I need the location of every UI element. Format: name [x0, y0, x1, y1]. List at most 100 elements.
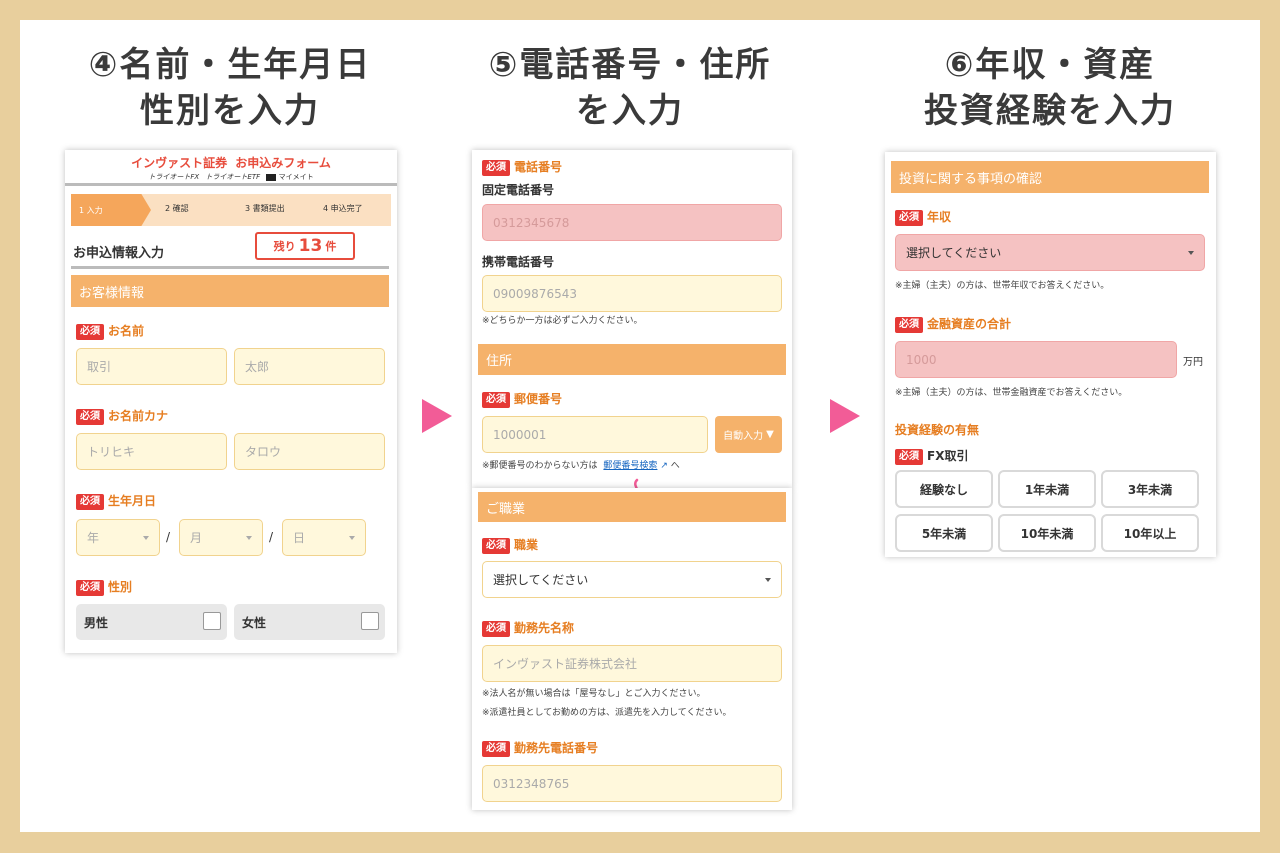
last-name-kana-input[interactable]: トリヒキ [76, 433, 227, 470]
required-badge: 必須 [482, 620, 510, 637]
panel-phone-address: 必須 電話番号 固定電話番号 0312345678 携帯電話番号 09009876… [472, 150, 792, 488]
assets-label: 必須 金融資産の合計 [895, 316, 1011, 333]
fx-option-over-10y[interactable]: 10年以上 [1101, 514, 1199, 552]
step-title-6: ⑥年収・資産 投資経験を入力 [880, 42, 1220, 134]
phone-label-text: 電話番号 [514, 160, 563, 174]
phone-label: 必須 電話番号 [482, 159, 562, 176]
assets-unit: 万円 [1183, 357, 1203, 368]
birth-month-value: 月 [190, 531, 203, 545]
job-select[interactable]: 選択してください [482, 561, 782, 598]
gender-male-option[interactable]: 男性 [76, 604, 227, 640]
income-label: 必須 年収 [895, 209, 951, 226]
employer-input[interactable]: インヴァスト証券株式会社 [482, 645, 782, 682]
income-select-value: 選択してください [906, 246, 1002, 260]
mobile-input[interactable]: 09009876543 [482, 275, 782, 312]
birth-day-value: 日 [293, 531, 306, 545]
progress-step-label: 4 申込完了 [323, 204, 363, 213]
panel-occupation: ご職業 必須 職業 選択してください 必須 勤務先名称 インヴァスト証券株式会社 ※… [472, 488, 792, 810]
landline-label: 固定電話番号 [482, 183, 555, 197]
date-separator: / [166, 530, 171, 544]
required-badge: 必須 [482, 159, 510, 176]
birth-month-select[interactable]: 月 [179, 519, 263, 556]
sub-brand-mymate: マイメイト [278, 173, 314, 181]
employer-phone-input[interactable]: 0312348765 [482, 765, 782, 802]
fx-option-under-10y[interactable]: 10年未満 [998, 514, 1096, 552]
date-separator: / [269, 530, 274, 544]
required-badge: 必須 [895, 448, 923, 465]
income-select[interactable]: 選択してください [895, 234, 1205, 271]
mymate-logo-icon [266, 173, 277, 181]
remaining-prefix: 残り [273, 240, 296, 253]
next-arrow-icon [830, 399, 860, 433]
birth-label: 必須 生年月日 [76, 493, 156, 510]
gender-male-label: 男性 [84, 615, 109, 630]
birth-day-select[interactable]: 日 [282, 519, 366, 556]
gender-label: 必須 性別 [76, 579, 132, 596]
sub-brand-etf: トライオートETF [205, 173, 261, 181]
postal-label: 必須 郵便番号 [482, 391, 562, 408]
last-name-input[interactable]: 取引 [76, 348, 227, 385]
chevron-down-icon [765, 577, 771, 582]
landline-input[interactable]: 0312345678 [482, 204, 782, 241]
assets-input[interactable]: 1000 [895, 341, 1177, 378]
chevron-down-icon [143, 535, 149, 540]
fx-label-text: FX取引 [927, 449, 969, 463]
chevron-down-icon [246, 535, 252, 540]
mobile-label: 携帯電話番号 [482, 255, 555, 269]
section-occupation: ご職業 [478, 492, 786, 522]
postal-code-input[interactable]: 1000001 [482, 416, 708, 453]
required-badge: 必須 [76, 579, 104, 596]
section-address: 住所 [478, 344, 786, 375]
kana-label: 必須 お名前カナ [76, 408, 168, 425]
external-link-icon: ↗ [660, 461, 668, 471]
fx-option-under-5y[interactable]: 5年未満 [895, 514, 993, 552]
remaining-badge: 残り 13 件 [255, 232, 355, 260]
required-badge: 必須 [76, 323, 104, 340]
first-name-kana-input[interactable]: タロウ [234, 433, 385, 470]
step-title-line2: 性別を入力 [140, 91, 320, 131]
panel-income-assets-experience: 投資に関する事項の確認 必須 年収 選択してください ※主婦（主夫）の方は、世帯年… [885, 152, 1216, 557]
step-title-line1: ⑥年収・資産 [944, 45, 1156, 85]
step-title-4: ④名前・生年月日 性別を入力 [60, 42, 400, 134]
job-select-value: 選択してください [493, 573, 589, 587]
fx-option-under-3y[interactable]: 3年未満 [1101, 470, 1199, 508]
checkbox-icon[interactable] [361, 612, 379, 630]
next-arrow-icon [422, 399, 452, 433]
gender-female-option[interactable]: 女性 [234, 604, 385, 640]
birth-year-select[interactable]: 年 [76, 519, 160, 556]
checkbox-icon[interactable] [203, 612, 221, 630]
chevron-down-icon [1188, 250, 1194, 255]
required-badge: 必須 [482, 391, 510, 408]
required-badge: 必須 [76, 408, 104, 425]
section-customer-info: お客様情報 [71, 275, 389, 307]
postal-search-link[interactable]: 郵便番号検索 [603, 461, 657, 471]
panel-name-birth-gender: インヴァスト証券 お申込みフォーム トライオートFX トライオートETF マイメ… [65, 150, 397, 653]
auto-fill-button[interactable]: 自動入力 ▼ [715, 416, 782, 453]
fx-label: 必須 FX取引 [895, 448, 968, 465]
assets-label-text: 金融資産の合計 [927, 317, 1012, 331]
required-badge: 必須 [76, 493, 104, 510]
name-label-text: お名前 [108, 324, 145, 338]
sub-brand-fx: トライオートFX [148, 173, 200, 181]
assets-note: ※主婦（主夫）の方は、世帯金融資産でお答えください。 [895, 388, 1128, 398]
fx-option-none[interactable]: 経験なし [895, 470, 993, 508]
kana-label-text: お名前カナ [108, 409, 169, 423]
income-note: ※主婦（主夫）の方は、世帯年収でお答えください。 [895, 281, 1110, 291]
header-divider [65, 183, 397, 186]
postal-note-prefix: ※郵便番号のわからない方は [482, 461, 598, 471]
filter-icon: ▼ [766, 429, 774, 440]
phone-note: ※どちらか一方は必ずご入力ください。 [482, 316, 643, 326]
form-title: お申込みフォーム [235, 156, 331, 170]
employer-label: 必須 勤務先名称 [482, 620, 574, 637]
progress-step-complete: 4 申込完了 [323, 203, 363, 214]
progress-step-label: 2 確認 [165, 204, 189, 213]
step-title-line2: 投資経験を入力 [924, 91, 1176, 131]
job-label-text: 職業 [514, 538, 539, 552]
income-label-text: 年収 [927, 210, 952, 224]
gender-label-text: 性別 [108, 580, 133, 594]
auto-fill-label: 自動入力 [723, 431, 764, 442]
required-badge: 必須 [895, 209, 923, 226]
first-name-input[interactable]: 太郎 [234, 348, 385, 385]
form-header: インヴァスト証券 お申込みフォーム [65, 154, 397, 171]
fx-option-under-1y[interactable]: 1年未満 [998, 470, 1096, 508]
